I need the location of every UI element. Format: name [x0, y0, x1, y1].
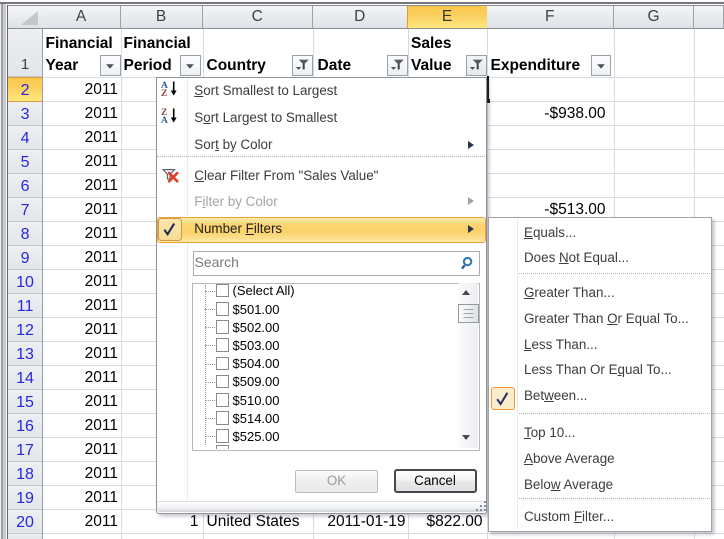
svg-text:Z: Z — [161, 89, 167, 97]
svg-text:A: A — [161, 116, 168, 124]
